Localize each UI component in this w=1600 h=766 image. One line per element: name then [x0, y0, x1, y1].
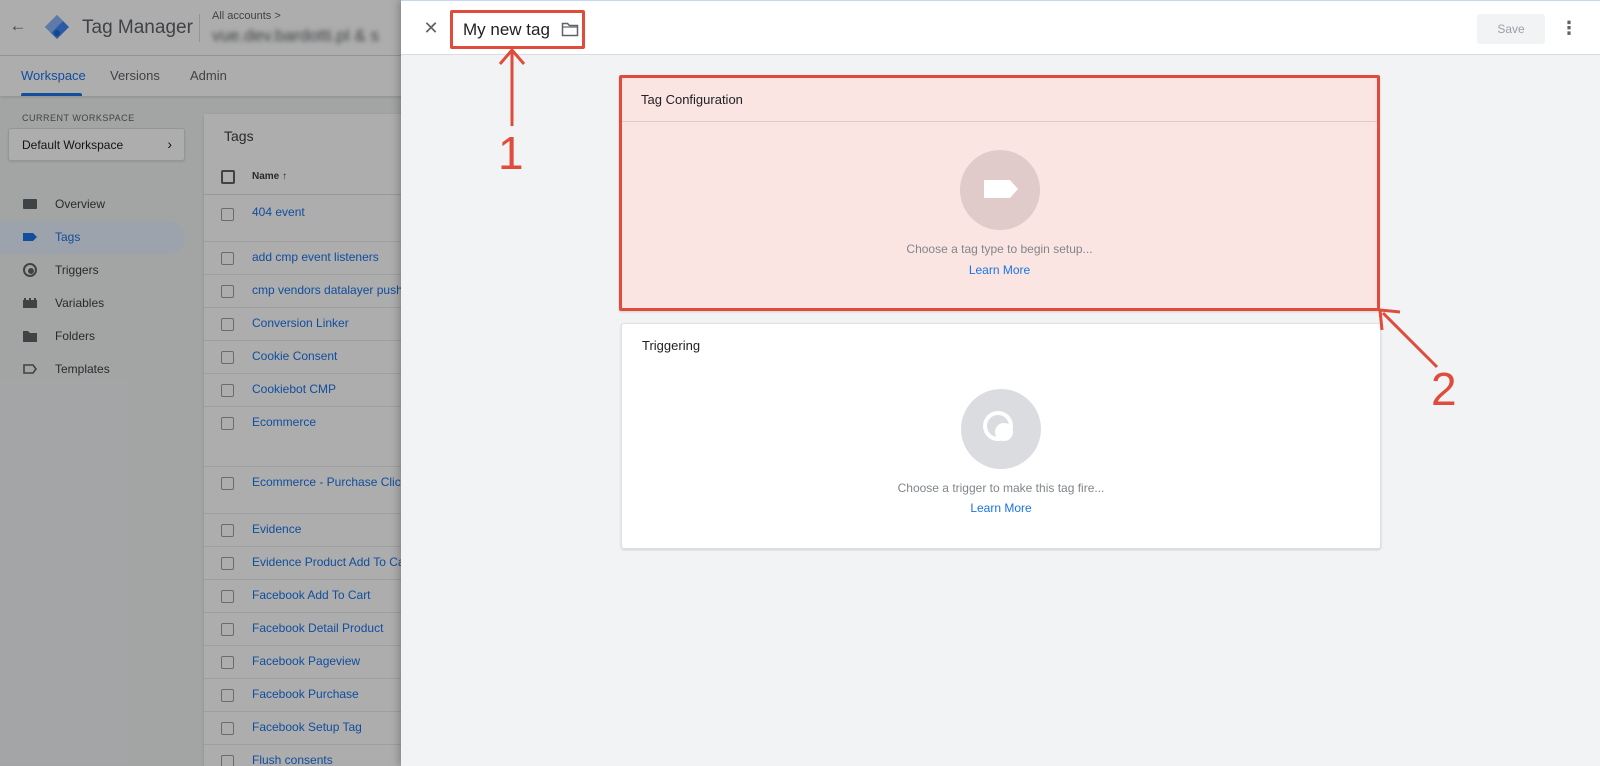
trigger-hint: Choose a trigger to make this tag fire..… — [897, 481, 1105, 495]
tag-type-hint: Choose a tag type to begin setup... — [906, 242, 1093, 256]
tag-title[interactable]: My new tag — [463, 20, 550, 40]
annotation-label-1: 1 — [498, 127, 524, 179]
tag-title-highlight: My new tag — [450, 10, 585, 49]
panel-header: ✕ My new tag Save ⋮ — [401, 0, 1600, 55]
trigger-learn-more-link[interactable]: Learn More — [622, 501, 1380, 515]
card-divider — [622, 121, 1377, 122]
triggering-card[interactable]: Triggering Choose a trigger to make this… — [621, 323, 1381, 549]
tag-configuration-title: Tag Configuration — [641, 92, 743, 107]
tag-type-placeholder[interactable] — [960, 150, 1040, 230]
more-vert-icon[interactable]: ⋮ — [1559, 16, 1579, 40]
tag-config-learn-more-link[interactable]: Learn More — [622, 263, 1377, 277]
trigger-icon — [983, 411, 1013, 441]
trigger-placeholder[interactable] — [961, 389, 1041, 469]
tag-editor-panel: ✕ My new tag Save ⋮ Tag Configuration Ch… — [401, 0, 1600, 766]
tag-icon — [984, 180, 1018, 198]
annotation-label-2: 2 — [1431, 363, 1457, 415]
save-button[interactable]: Save — [1477, 14, 1545, 44]
tag-configuration-card[interactable]: Tag Configuration Choose a tag type to b… — [619, 75, 1380, 311]
folder-icon[interactable] — [561, 22, 579, 37]
triggering-title: Triggering — [642, 338, 701, 353]
close-icon[interactable]: ✕ — [421, 18, 441, 38]
